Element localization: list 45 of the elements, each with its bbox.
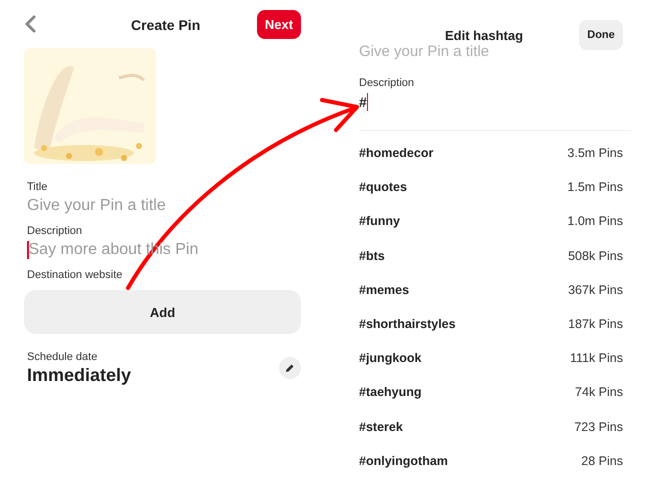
input-value[interactable]: # xyxy=(359,94,367,110)
hashtag-name: #jungkook xyxy=(359,351,422,366)
hashtag-name: #quotes xyxy=(359,180,407,194)
hashtag-name: #bts xyxy=(359,248,385,263)
hashtag-suggestion[interactable]: #quotes 1.5m Pins xyxy=(359,170,623,204)
schedule-value: Immediately xyxy=(27,364,132,386)
hashtag-name: #onlyingotham xyxy=(359,454,448,468)
pin-count: 508k Pins xyxy=(568,248,623,263)
field-label: Title xyxy=(27,180,48,194)
hashtag-suggestion[interactable]: #jungkook 111k Pins xyxy=(359,341,623,376)
pin-count: 74k Pins xyxy=(575,385,623,400)
add-button[interactable]: Add xyxy=(24,290,301,334)
back-icon[interactable] xyxy=(24,15,36,33)
hashtag-suggestion[interactable]: #homedecor 3.5m Pins xyxy=(359,136,623,170)
hashtag-suggestion[interactable]: #memes 367k Pins xyxy=(359,272,623,307)
hashtag-suggestion[interactable]: #taehyung 74k Pins xyxy=(359,375,623,410)
hashtag-suggestion[interactable]: #shorthairstyles 187k Pins xyxy=(359,306,623,342)
field-label: Description xyxy=(359,76,416,90)
hashtag-name: #memes xyxy=(359,282,410,297)
done-button[interactable]: Done xyxy=(579,20,623,50)
pin-count: 28 Pins xyxy=(581,454,623,468)
pin-count: 187k Pins xyxy=(568,317,623,332)
field-label: Description xyxy=(27,224,84,238)
pin-count: 1.0m Pins xyxy=(567,214,623,228)
field-label: Schedule date xyxy=(27,350,98,364)
screen-title: Create Pin xyxy=(131,17,200,33)
hashtag-suggestion[interactable]: #funny 1.0m Pins xyxy=(359,204,623,239)
hashtag-name: #funny xyxy=(359,214,400,228)
pencil-icon xyxy=(285,363,295,373)
hashtag-suggestion[interactable]: #onlyingotham 28 Pins xyxy=(359,444,623,478)
hashtag-name: #taehyung xyxy=(359,385,422,400)
pin-count: 1.5m Pins xyxy=(567,180,623,194)
pin-count: 3.5m Pins xyxy=(567,146,623,160)
hashtag-suggestion[interactable]: #bts 508k Pins xyxy=(359,238,623,273)
edit-button[interactable] xyxy=(279,357,301,379)
pin-count: 111k Pins xyxy=(570,351,623,366)
pin-count: 367k Pins xyxy=(568,282,623,297)
field-label: Destination website xyxy=(27,268,124,282)
pin-count: 723 Pins xyxy=(574,420,623,434)
hashtag-name: #shorthairstyles xyxy=(359,317,456,332)
screen-title: Edit hashtag xyxy=(445,28,524,43)
hashtag-name: #sterek xyxy=(359,420,403,434)
hashtag-name: #homedecor xyxy=(359,146,434,160)
next-button[interactable]: Next xyxy=(257,10,301,38)
hashtag-suggestion[interactable]: #sterek 723 Pins xyxy=(359,410,623,444)
